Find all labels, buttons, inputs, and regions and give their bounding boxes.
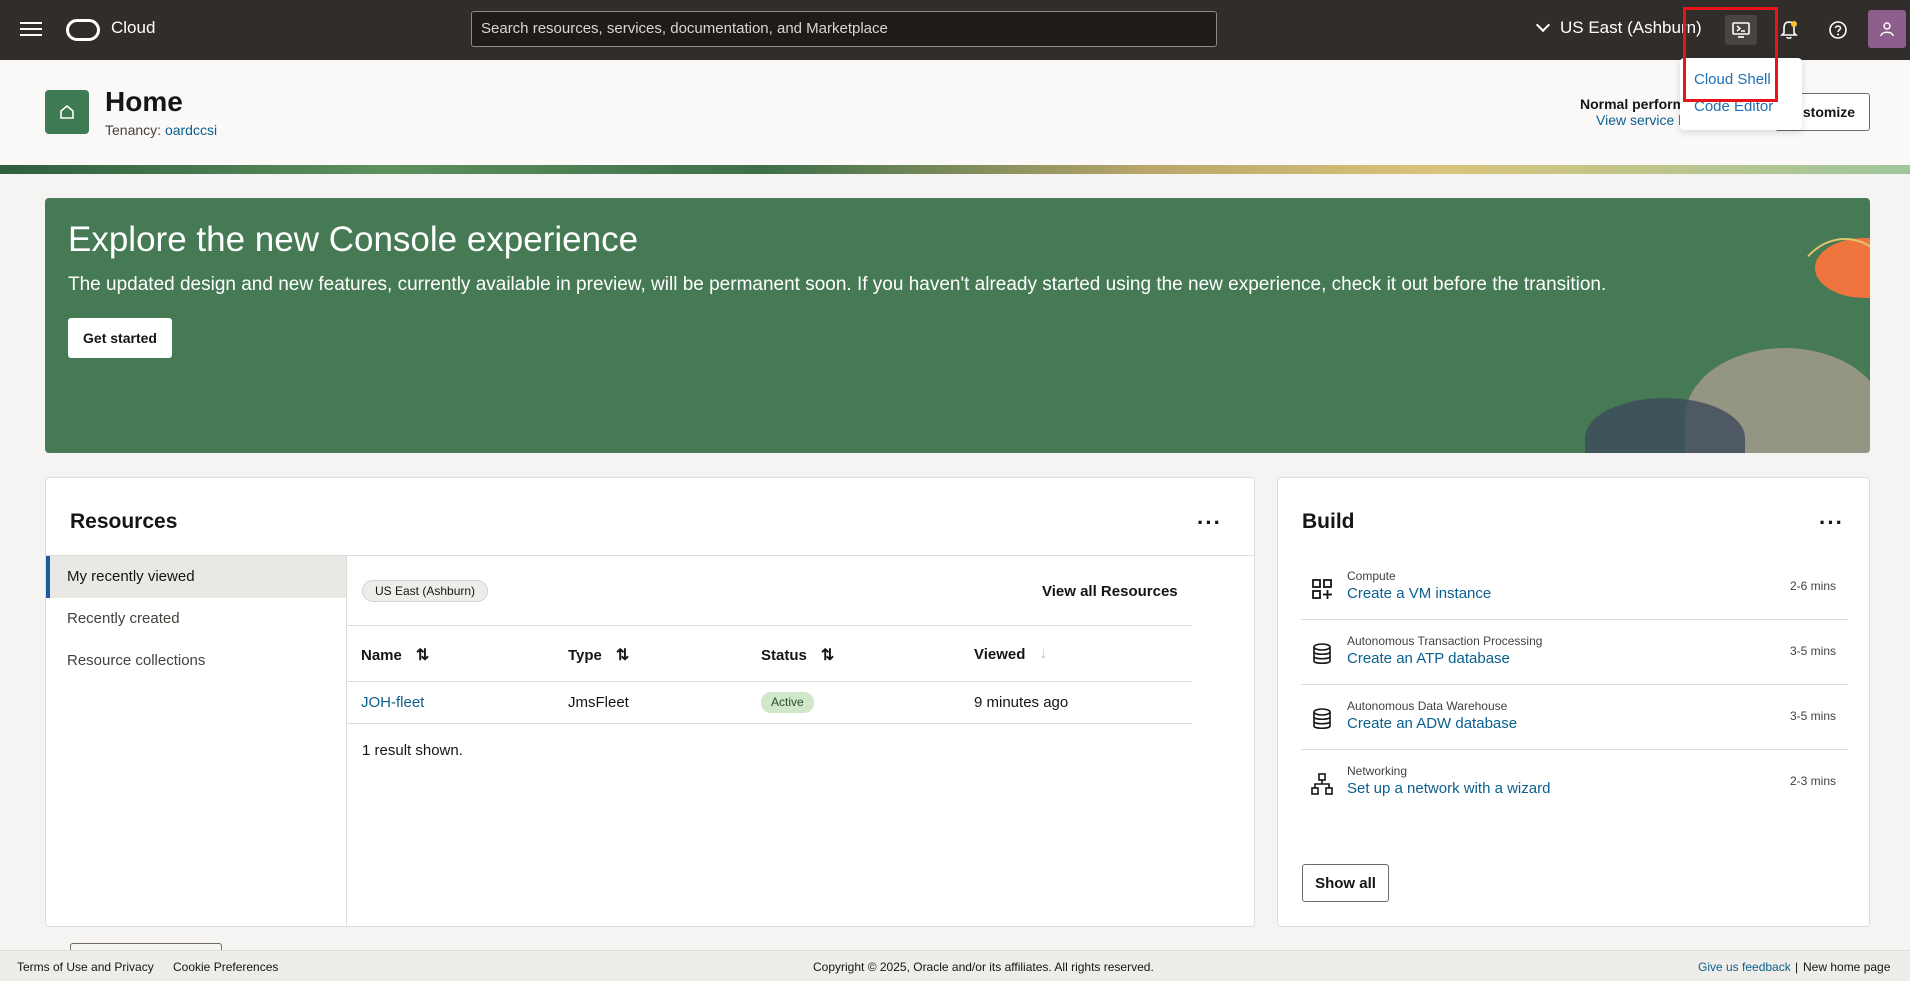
list-item: Networking Set up a network with a wizar… bbox=[1301, 750, 1848, 815]
sort-icon: ⇅ bbox=[820, 647, 835, 664]
cloud-shell-icon bbox=[1732, 22, 1750, 38]
explore-description: The updated design and new features, cur… bbox=[68, 274, 1607, 295]
give-feedback-link[interactable]: Give us feedback bbox=[1698, 960, 1791, 974]
build-time: 3-5 mins bbox=[1789, 644, 1836, 658]
tenancy-info: Tenancy: oardccsi bbox=[105, 122, 217, 138]
sort-down-icon: ↓ bbox=[1039, 645, 1048, 662]
build-title: Build bbox=[1302, 510, 1355, 533]
copyright-text: Copyright © 2025, Oracle and/or its affi… bbox=[813, 960, 1154, 974]
help-icon bbox=[1829, 21, 1847, 39]
build-time: 3-5 mins bbox=[1789, 709, 1836, 723]
region-selector[interactable]: US East (Ashburn) bbox=[1535, 17, 1702, 38]
resources-title: Resources bbox=[70, 510, 178, 533]
terms-link[interactable]: Terms of Use and Privacy bbox=[17, 960, 154, 974]
build-action-link[interactable]: Create an ADW database bbox=[1347, 715, 1517, 732]
resource-type: JmsFleet bbox=[568, 694, 629, 711]
home-icon bbox=[45, 90, 89, 134]
table-header: Name ⇅ Type ⇅ Status ⇅ Viewed ↓ bbox=[347, 625, 1192, 682]
region-chip: US East (Ashburn) bbox=[362, 580, 489, 602]
new-home-page-link[interactable]: New home page bbox=[1803, 960, 1890, 974]
cloud-shell-menu-item[interactable]: Cloud Shell bbox=[1694, 71, 1771, 88]
code-editor-menu-item[interactable]: Code Editor bbox=[1694, 98, 1773, 115]
sort-icon: ⇅ bbox=[415, 647, 430, 664]
resources-nav: My recently viewed Recently created Reso… bbox=[46, 555, 347, 981]
footer: Terms of Use and Privacy Cookie Preferen… bbox=[0, 950, 1910, 981]
notifications-button[interactable] bbox=[1773, 15, 1805, 45]
build-category: Networking bbox=[1347, 764, 1408, 778]
resources-more-icon[interactable]: ··· bbox=[1197, 510, 1222, 536]
oracle-logo-icon[interactable] bbox=[66, 19, 100, 41]
table-row: JOH-fleet JmsFleet Active 9 minutes ago bbox=[347, 682, 1192, 724]
explore-banner: Explore the new Console experience The u… bbox=[45, 198, 1870, 453]
build-card: Build ··· Compute Create a VM instance 2… bbox=[1277, 477, 1870, 927]
nav-recently-created[interactable]: Recently created bbox=[46, 598, 346, 640]
resources-card: Resources ··· My recently viewed Recentl… bbox=[45, 477, 1255, 981]
resources-main: US East (Ashburn) View all Resources Nam… bbox=[347, 555, 1255, 927]
database-icon bbox=[1313, 708, 1331, 730]
column-type[interactable]: Type ⇅ bbox=[568, 645, 629, 665]
resource-viewed: 9 minutes ago bbox=[974, 694, 1069, 711]
view-all-resources-link[interactable]: View all Resources bbox=[1042, 583, 1178, 600]
compute-icon bbox=[1312, 579, 1332, 599]
show-all-button[interactable]: Show all bbox=[1302, 864, 1389, 902]
build-action-link[interactable]: Set up a network with a wizard bbox=[1347, 780, 1550, 797]
help-button[interactable] bbox=[1822, 15, 1854, 45]
decorative-banner-strip bbox=[0, 165, 1910, 174]
explore-title: Explore the new Console experience bbox=[68, 220, 639, 259]
hamburger-menu-icon[interactable] bbox=[20, 18, 42, 42]
build-time: 2-3 mins bbox=[1789, 774, 1836, 788]
build-list: Compute Create a VM instance 2-6 mins Au… bbox=[1301, 555, 1848, 815]
column-label: Status bbox=[761, 646, 807, 664]
top-navigation-bar: Cloud Search resources, services, docume… bbox=[0, 0, 1910, 60]
footer-separator: | bbox=[1795, 960, 1799, 974]
nav-resource-collections[interactable]: Resource collections bbox=[46, 640, 346, 682]
get-started-button[interactable]: Get started bbox=[68, 318, 172, 358]
build-more-icon[interactable]: ··· bbox=[1819, 510, 1844, 536]
tenancy-label: Tenancy: bbox=[105, 122, 162, 138]
status-badge: Active bbox=[761, 692, 814, 713]
cookie-preferences-link[interactable]: Cookie Preferences bbox=[173, 960, 278, 974]
result-count: 1 result shown. bbox=[362, 742, 463, 759]
page-title: Home bbox=[105, 86, 183, 117]
build-action-link[interactable]: Create an ATP database bbox=[1347, 650, 1510, 667]
resource-name-link[interactable]: JOH-fleet bbox=[361, 694, 424, 711]
column-label: Viewed bbox=[974, 645, 1026, 663]
database-icon bbox=[1313, 643, 1331, 665]
view-service-health-link[interactable]: View service health bbox=[1596, 112, 1686, 128]
build-category: Autonomous Transaction Processing bbox=[1347, 634, 1543, 648]
list-item: Compute Create a VM instance 2-6 mins bbox=[1301, 555, 1848, 620]
list-item: Autonomous Transaction Processing Create… bbox=[1301, 620, 1848, 685]
bell-icon bbox=[1780, 21, 1798, 39]
chevron-down-icon bbox=[1535, 17, 1551, 33]
region-label: US East (Ashburn) bbox=[1560, 18, 1702, 37]
column-name[interactable]: Name ⇅ bbox=[361, 645, 429, 665]
tenancy-link[interactable]: oardccsi bbox=[165, 122, 217, 138]
health-status: Normal performance bbox=[1580, 96, 1685, 112]
user-avatar[interactable] bbox=[1868, 10, 1906, 48]
build-category: Compute bbox=[1347, 569, 1396, 583]
network-icon bbox=[1311, 773, 1333, 795]
build-action-link[interactable]: Create a VM instance bbox=[1347, 585, 1491, 602]
sort-icon: ⇅ bbox=[615, 647, 630, 664]
developer-tools-dropdown: Cloud Shell Code Editor bbox=[1680, 58, 1802, 130]
column-status[interactable]: Status ⇅ bbox=[761, 645, 834, 665]
build-category: Autonomous Data Warehouse bbox=[1347, 699, 1508, 713]
list-item: Autonomous Data Warehouse Create an ADW … bbox=[1301, 685, 1848, 750]
brand-name[interactable]: Cloud bbox=[111, 18, 155, 38]
cloud-shell-button[interactable] bbox=[1725, 15, 1757, 45]
column-label: Name bbox=[361, 646, 402, 664]
column-label: Type bbox=[568, 646, 602, 664]
nav-recently-viewed[interactable]: My recently viewed bbox=[46, 556, 346, 598]
search-input[interactable]: Search resources, services, documentatio… bbox=[471, 11, 1217, 47]
build-time: 2-6 mins bbox=[1789, 579, 1836, 593]
column-viewed[interactable]: Viewed ↓ bbox=[974, 645, 1047, 663]
user-icon bbox=[1880, 22, 1894, 37]
